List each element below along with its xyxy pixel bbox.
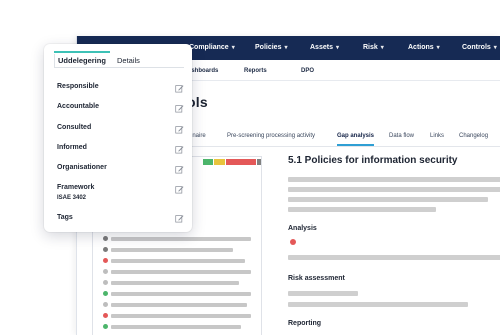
field-tags: Tags bbox=[57, 214, 73, 221]
status-segment bbox=[257, 159, 261, 165]
item-text-placeholder bbox=[111, 248, 233, 252]
subnav-reports[interactable]: Reports bbox=[244, 60, 267, 80]
list-item[interactable] bbox=[93, 312, 261, 320]
analysis-text-placeholder bbox=[288, 255, 500, 260]
edit-icon[interactable] bbox=[175, 125, 184, 134]
tab-gap-analysis[interactable]: Gap analysis bbox=[337, 128, 375, 146]
status-dot bbox=[103, 258, 108, 263]
edit-icon[interactable] bbox=[175, 214, 184, 223]
field-consulted: Consulted bbox=[57, 124, 92, 131]
status-dot bbox=[103, 313, 108, 318]
field-framework: Framework bbox=[57, 184, 95, 191]
status-dot bbox=[103, 302, 108, 307]
list-item[interactable] bbox=[93, 301, 261, 309]
status-segment bbox=[214, 159, 225, 165]
chevron-down-icon: ▾ bbox=[231, 45, 235, 51]
tab-uddelegering[interactable]: Uddelegering bbox=[58, 56, 106, 65]
item-text-placeholder bbox=[111, 325, 241, 329]
chevron-down-icon: ▾ bbox=[493, 45, 497, 51]
status-dot bbox=[103, 269, 108, 274]
item-text-placeholder bbox=[111, 270, 251, 274]
tab-links[interactable]: Links bbox=[430, 128, 444, 146]
item-text-placeholder bbox=[111, 259, 245, 263]
item-text-placeholder bbox=[111, 281, 239, 285]
status-dot bbox=[103, 247, 108, 252]
active-tab-indicator bbox=[54, 51, 110, 53]
subnav-dashboards[interactable]: ashboards bbox=[188, 60, 218, 80]
analysis-label: Analysis bbox=[288, 225, 317, 232]
risk-assessment-label: Risk assessment bbox=[288, 275, 345, 282]
framework-value: ISAE 3402 bbox=[57, 195, 87, 201]
description-text-placeholder bbox=[288, 207, 436, 212]
description-text-placeholder bbox=[288, 187, 500, 192]
tab-pre-screening[interactable]: Pre-screening processing activity bbox=[227, 128, 315, 146]
edit-icon[interactable] bbox=[175, 145, 184, 154]
list-item[interactable] bbox=[93, 323, 261, 331]
analysis-status-dot bbox=[290, 239, 296, 245]
list-item[interactable] bbox=[93, 257, 261, 265]
field-informed: Informed bbox=[57, 144, 87, 151]
description-text-placeholder bbox=[288, 197, 488, 202]
description-text-placeholder bbox=[288, 177, 500, 182]
delegation-popup: Uddelegering Details Responsible Account… bbox=[44, 44, 192, 232]
list-item[interactable] bbox=[93, 279, 261, 287]
edit-icon[interactable] bbox=[175, 165, 184, 174]
item-text-placeholder bbox=[111, 314, 251, 318]
risk-text-placeholder bbox=[288, 302, 468, 307]
section-heading: 5.1 Policies for information security bbox=[288, 155, 458, 166]
chevron-down-icon: ▾ bbox=[335, 45, 339, 51]
tab-details[interactable]: Details bbox=[117, 56, 140, 65]
risk-text-placeholder bbox=[288, 291, 358, 296]
nav-policies[interactable]: Policies ▾ bbox=[255, 36, 287, 60]
status-dot bbox=[103, 324, 108, 329]
nav-controls[interactable]: Controls ▾ bbox=[462, 36, 497, 60]
nav-actions[interactable]: Actions ▾ bbox=[408, 36, 440, 60]
tab-changelog[interactable]: Changelog bbox=[459, 128, 488, 146]
chevron-down-icon: ▾ bbox=[380, 45, 384, 51]
field-accountable: Accountable bbox=[57, 103, 100, 110]
item-text-placeholder bbox=[111, 303, 247, 307]
status-dot bbox=[103, 236, 108, 241]
nav-risk[interactable]: Risk ▾ bbox=[363, 36, 384, 60]
tab-data-flow[interactable]: Data flow bbox=[389, 128, 414, 146]
status-segment bbox=[203, 159, 213, 165]
status-segment bbox=[226, 159, 256, 165]
edit-icon[interactable] bbox=[175, 104, 184, 113]
status-dot bbox=[103, 291, 108, 296]
tab-divider bbox=[54, 67, 184, 68]
item-text-placeholder bbox=[111, 237, 251, 241]
list-item[interactable] bbox=[93, 290, 261, 298]
reporting-label: Reporting bbox=[288, 320, 322, 327]
chevron-down-icon: ▾ bbox=[436, 45, 440, 51]
chevron-down-icon: ▾ bbox=[284, 45, 288, 51]
list-item[interactable] bbox=[93, 235, 261, 243]
status-dot bbox=[103, 280, 108, 285]
field-organisationer: Organisationer bbox=[57, 164, 107, 171]
tab-border bbox=[54, 54, 55, 68]
field-responsible: Responsible bbox=[57, 83, 99, 90]
nav-compliance[interactable]: Compliance ▾ bbox=[189, 36, 235, 60]
list-item[interactable] bbox=[93, 246, 261, 254]
edit-icon[interactable] bbox=[175, 84, 184, 93]
subnav-dpo[interactable]: DPO bbox=[301, 60, 314, 80]
edit-icon[interactable] bbox=[175, 185, 184, 194]
item-text-placeholder bbox=[111, 292, 251, 296]
list-item[interactable] bbox=[93, 268, 261, 276]
nav-assets[interactable]: Assets ▾ bbox=[310, 36, 339, 60]
